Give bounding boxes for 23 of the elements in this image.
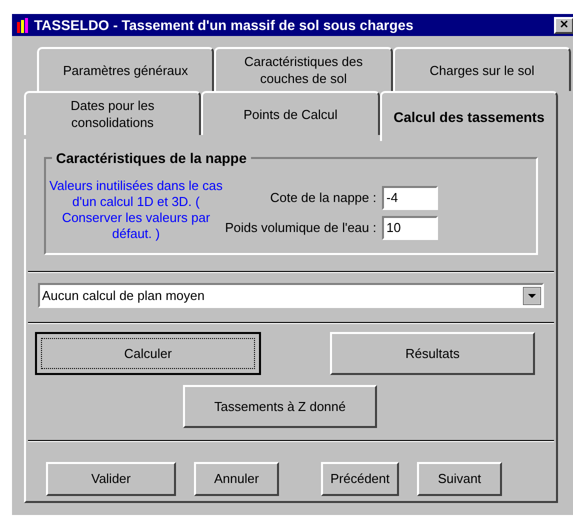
field-label: Poids volumique de l'eau : <box>225 219 376 238</box>
note: Valeurs inutilisées dans le cas d'un calcul 1D et 3D. ( Conserver les valeurs par défaut. ) <box>48 178 224 242</box>
button[interactable]: Calculer <box>35 332 261 375</box>
tab[interactable]: Calcul des tassements <box>380 91 558 141</box>
dropdown[interactable]: Aucun calcul de plan moyen <box>38 283 544 308</box>
button[interactable]: Annuler <box>194 462 279 496</box>
button[interactable]: Résultats <box>330 332 535 375</box>
close-button[interactable]: ✕ <box>554 16 573 34</box>
button[interactable]: Précédent <box>321 462 399 496</box>
button[interactable]: Tassements à Z donné <box>183 385 377 428</box>
tab[interactable]: Dates pour les consolidations <box>24 91 201 135</box>
button[interactable]: Valider <box>46 462 176 496</box>
tab[interactable]: Charges sur le sol <box>393 47 571 91</box>
input-field[interactable]: -4 <box>382 186 438 210</box>
tab[interactable]: Paramètres généraux <box>37 47 214 91</box>
dropdown-arrow-icon <box>523 286 541 304</box>
button[interactable]: Suivant <box>417 462 502 496</box>
app-icon <box>16 17 30 33</box>
window-title: TASSELDO - Tassement d'un massif de sol sous charges <box>34 16 414 35</box>
field-label: Cote de la nappe : <box>270 189 376 208</box>
tab[interactable]: Points de Calcul <box>201 91 380 135</box>
input-field[interactable]: 10 <box>382 216 438 240</box>
tab[interactable]: Caractéristiques des couches de sol <box>214 47 393 91</box>
